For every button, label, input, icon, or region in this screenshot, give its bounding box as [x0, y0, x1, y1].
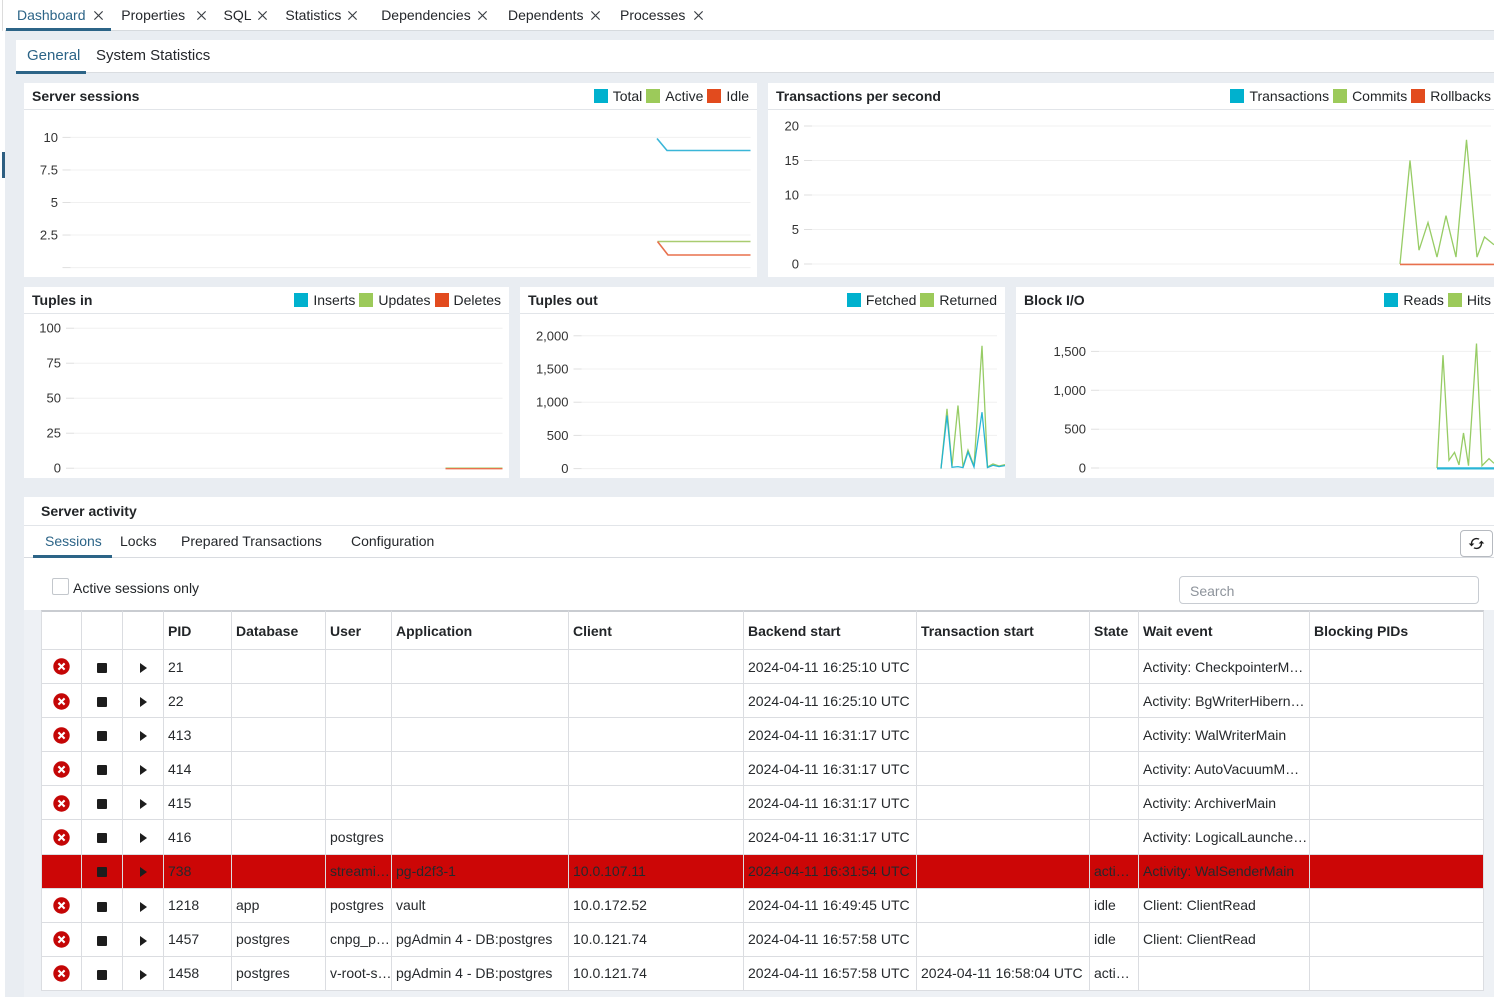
svg-text:0: 0 — [1079, 461, 1086, 476]
svg-text:1,000: 1,000 — [536, 395, 569, 410]
svg-text:0: 0 — [792, 257, 799, 272]
svg-text:0: 0 — [54, 461, 61, 476]
svg-text:10: 10 — [785, 188, 799, 203]
svg-text:5: 5 — [51, 195, 58, 210]
svg-text:75: 75 — [47, 356, 61, 371]
svg-text:2.5: 2.5 — [40, 228, 58, 243]
svg-text:15: 15 — [785, 153, 799, 168]
svg-text:0: 0 — [561, 461, 568, 476]
svg-text:1,000: 1,000 — [1053, 383, 1086, 398]
svg-text:7.5: 7.5 — [40, 162, 58, 177]
svg-text:1,500: 1,500 — [1053, 344, 1086, 359]
svg-text:25: 25 — [47, 426, 61, 441]
svg-text:500: 500 — [1064, 422, 1086, 437]
svg-text:2,000: 2,000 — [536, 328, 569, 343]
svg-text:100: 100 — [39, 321, 61, 336]
svg-text:1,500: 1,500 — [536, 362, 569, 377]
svg-text:50: 50 — [47, 391, 61, 406]
svg-text:10: 10 — [44, 130, 58, 145]
svg-text:20: 20 — [785, 119, 799, 134]
svg-text:5: 5 — [792, 222, 799, 237]
svg-text:500: 500 — [547, 428, 569, 443]
